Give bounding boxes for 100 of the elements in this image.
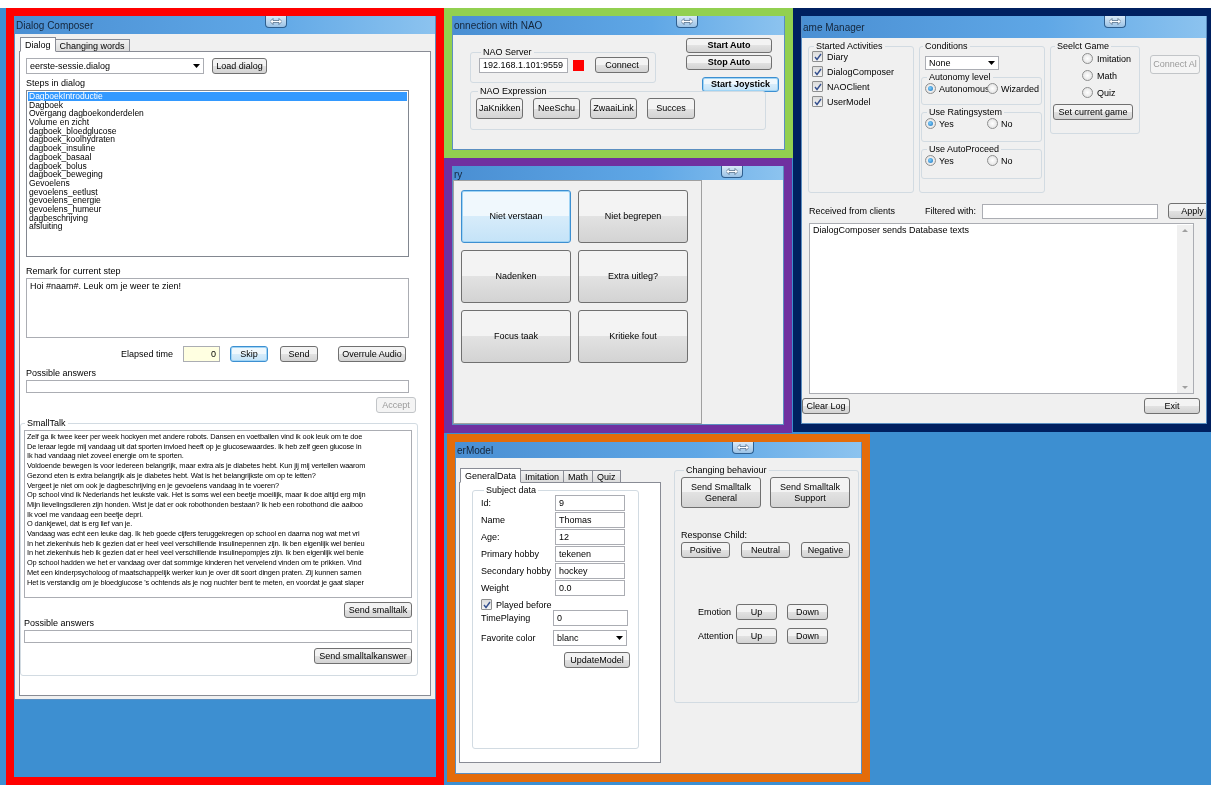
group-title: NAO Server: [482, 47, 533, 57]
list-item[interactable]: dagboek_bloedglucose: [28, 126, 407, 136]
window-title: ame Manager: [803, 21, 865, 33]
field-label: Primary hobby: [481, 549, 541, 559]
log-line: DialogComposer sends Database texts: [813, 225, 971, 235]
down-button[interactable]: Down: [787, 604, 828, 620]
list-item[interactable]: gevoelens_eetlust: [28, 187, 407, 197]
action-button[interactable]: Send: [280, 346, 319, 362]
clear-log-button[interactable]: Clear Log: [802, 398, 850, 414]
up-button[interactable]: Up: [736, 604, 777, 620]
radio-label: Imitation: [1097, 53, 1131, 64]
list-item[interactable]: dagboek_basaal: [28, 152, 407, 162]
list-item[interactable]: dagboek_koolhydraten: [28, 135, 407, 145]
field-label: Elapsed time: [121, 349, 174, 359]
response-button[interactable]: Positive: [681, 542, 730, 558]
text-field[interactable]: 0: [553, 610, 628, 626]
set-game-button[interactable]: Set current game: [1053, 104, 1133, 120]
list-item[interactable]: gevoelens_energie: [28, 196, 407, 205]
text-field[interactable]: 12: [555, 529, 625, 545]
radio-label: Math: [1097, 70, 1117, 81]
list-item[interactable]: Overgang dagboekonderdelen: [28, 109, 407, 119]
elapsed-time-field[interactable]: 0: [183, 346, 221, 362]
radio-label: Autonomous: [939, 83, 990, 94]
group-title: Use AutoProceed: [928, 144, 1001, 154]
down-button[interactable]: Down: [787, 628, 828, 644]
send-button[interactable]: Send smalltalkanswer: [314, 648, 412, 664]
tab[interactable]: Quiz: [592, 470, 621, 483]
remark-field[interactable]: Hoi #naam#. Leuk om je weer te zien!: [26, 278, 409, 338]
diary-button[interactable]: Kritieke fout: [578, 310, 688, 363]
tab[interactable]: Math: [563, 470, 594, 483]
radio-label: No: [1001, 118, 1013, 129]
field-label: Attention: [698, 631, 735, 641]
exit-button[interactable]: Exit: [1144, 398, 1200, 414]
auto-button[interactable]: Start Auto: [686, 38, 772, 53]
diary-button[interactable]: Focus taak: [461, 310, 571, 363]
tab[interactable]: GeneralData: [460, 468, 522, 483]
apply-button[interactable]: Apply: [1168, 203, 1206, 219]
tab[interactable]: Dialog: [20, 37, 56, 52]
group-title: Seelct Game: [1056, 41, 1111, 51]
text-field[interactable]: 0.0: [555, 580, 625, 596]
send-button[interactable]: Send smalltalk: [344, 602, 412, 618]
field-label: Emotion: [698, 607, 733, 617]
window-title: ry: [454, 169, 463, 180]
diary-button[interactable]: Niet verstaan: [461, 190, 571, 243]
auto-button[interactable]: Stop Auto: [686, 55, 772, 70]
group-title: Changing behaviour: [685, 465, 768, 475]
load-button[interactable]: Load dialog: [212, 58, 267, 74]
checkbox-label: Diary: [827, 51, 848, 62]
server-address-field[interactable]: 192.168.1.101:9559: [479, 57, 568, 73]
window-title: onnection with NAO: [454, 20, 543, 31]
tab[interactable]: Imitation: [520, 470, 565, 483]
list-item[interactable]: dagboek_beweging: [28, 170, 407, 179]
window-title: Dialog Composer: [16, 19, 94, 31]
list-item[interactable]: dagboek_insuline: [28, 144, 407, 153]
dropdown[interactable]: blanc: [553, 630, 627, 646]
field-label: Id:: [481, 498, 492, 508]
list-item[interactable]: dagboek_bolus: [28, 161, 407, 171]
list-item[interactable]: Gevoelens: [28, 178, 407, 188]
response-button[interactable]: Neutral: [741, 542, 790, 558]
expression-button[interactable]: Succes: [647, 98, 695, 119]
connect-button[interactable]: Connect: [595, 57, 649, 73]
diary-button[interactable]: Niet begrepen: [578, 190, 688, 243]
field-label: Possible answers: [26, 368, 98, 378]
checkbox-label: NAOClient: [827, 81, 870, 92]
smalltalk-button[interactable]: Send Smalltalk Support: [770, 477, 850, 508]
field-label: TimePlaying: [481, 613, 532, 623]
list-item[interactable]: Volume en zicht: [28, 118, 407, 127]
update-button[interactable]: UpdateModel: [564, 652, 630, 668]
diary-button[interactable]: Extra uitleg?: [578, 250, 688, 303]
radio-label: Yes: [939, 155, 954, 166]
dropdown[interactable]: eerste-sessie.dialog: [26, 58, 204, 74]
expression-button[interactable]: ZwaaiLink: [590, 98, 637, 119]
action-button[interactable]: Skip: [230, 346, 269, 362]
field-label: Secondary hobby: [481, 566, 553, 576]
group-title: Started Activities: [815, 41, 884, 51]
field-label: Possible answers: [24, 618, 96, 628]
response-button[interactable]: Negative: [801, 542, 850, 558]
list-item[interactable]: Dagboek: [28, 100, 407, 110]
diary-button[interactable]: Nadenken: [461, 250, 571, 303]
dropdown[interactable]: None: [925, 56, 999, 70]
expression-button[interactable]: NeeSchu: [533, 98, 580, 119]
field-label: Favorite color: [481, 633, 537, 643]
up-button[interactable]: Up: [736, 628, 777, 644]
window-title: erModel: [457, 444, 494, 456]
text-field[interactable]: 9: [555, 495, 625, 511]
field-label: Remark for current step: [26, 266, 122, 276]
tab[interactable]: Changing words: [54, 39, 130, 52]
text-field[interactable]: hockey: [555, 563, 625, 579]
action-button[interactable]: Overrule Audio: [338, 346, 407, 362]
list-item[interactable]: dagbeschrijving: [28, 213, 407, 223]
field-label: Weight: [481, 583, 510, 593]
radio-label: No: [1001, 155, 1013, 166]
field-label: Filtered with:: [925, 206, 977, 216]
text-field[interactable]: tekenen: [555, 546, 625, 562]
list-item[interactable]: gevoelens_humeur: [28, 204, 407, 214]
smalltalk-button[interactable]: Send Smalltalk General: [681, 477, 761, 508]
group-title: Autonomy level: [928, 72, 992, 82]
list-item[interactable]: afsluiting: [28, 222, 407, 231]
text-field[interactable]: Thomas: [555, 512, 625, 528]
expression-button[interactable]: JaKnikken: [476, 98, 523, 119]
